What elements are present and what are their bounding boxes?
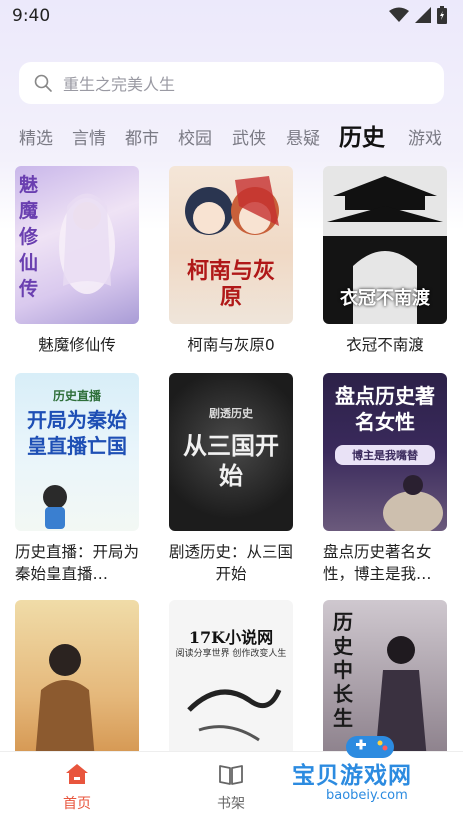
wifi-icon [389, 7, 409, 22]
watermark-url: baobeiy.com [326, 788, 408, 803]
book-cover[interactable]: 盘点历史著名女性 博主是我嘴替 [323, 373, 447, 531]
book-title: 衣冠不南渡 [346, 336, 424, 354]
book-cover[interactable]: 17K小说网 阅读分享世界 创作改变人生 [169, 600, 293, 760]
status-icons [389, 6, 447, 24]
book-card[interactable]: 盘点历史著名女性 博主是我嘴替 盘点历史著名女性，博主是我… [323, 373, 447, 585]
book-card[interactable]: 魅魔修仙传 魅魔修仙传 [15, 166, 139, 356]
tab-xuanyi[interactable]: 悬疑 [286, 124, 320, 149]
book-card[interactable]: 历史直播 开局为秦始皇直播亡国 历史直播：开局为秦始皇直播… [15, 373, 139, 585]
search-input[interactable]: 重生之完美人生 [19, 62, 444, 104]
book-cover[interactable]: 衣冠不南渡 [323, 166, 447, 324]
bookshelf-icon [219, 765, 243, 785]
category-tabs: 精选 言情 都市 校园 武侠 悬疑 历史 游戏 [0, 118, 463, 154]
cover-illustration [35, 644, 95, 760]
tab-dushi[interactable]: 都市 [125, 124, 159, 149]
book-cover[interactable]: 柯南与灰原 [169, 166, 293, 324]
book-title: 魅魔修仙传 [38, 336, 116, 354]
search-placeholder: 重生之完美人生 [63, 75, 176, 94]
nav-bookshelf[interactable]: 书架 [196, 762, 266, 813]
book-card[interactable] [15, 600, 139, 760]
cover-title: 柯南与灰原 [186, 258, 275, 310]
watermark: 宝贝游戏网 baobeiy.com [288, 726, 458, 821]
tab-youxi[interactable]: 游戏 [408, 124, 442, 149]
cover-illustration [43, 485, 67, 529]
tab-xiaoyuan[interactable]: 校园 [178, 124, 212, 149]
status-time: 9:40 [12, 6, 51, 26]
book-title: 柯南与灰原0 [187, 336, 275, 354]
tab-wuxia[interactable]: 武侠 [232, 124, 266, 149]
book-cover[interactable]: 历史直播 开局为秦始皇直播亡国 [15, 373, 139, 531]
cover-title: 从三国开始 [183, 431, 279, 490]
search-icon [34, 74, 52, 92]
nav-home-label: 首页 [63, 796, 91, 812]
book-title: 剧透历史：从三国开始 [169, 543, 293, 583]
signal-icon [415, 7, 431, 23]
nav-home[interactable]: 首页 [42, 762, 112, 813]
cover-title: 衣冠不南渡 [340, 288, 430, 309]
book-card[interactable]: 柯南与灰原 柯南与灰原0 [169, 166, 293, 356]
tab-jingxuan[interactable]: 精选 [19, 124, 53, 149]
book-card[interactable]: 衣冠不南渡 衣冠不南渡 [323, 166, 447, 356]
book-cover[interactable]: 剧透历史 从三国开始 [169, 373, 293, 531]
cover-illustration [383, 475, 443, 531]
cover-small-title: 剧透历史 [209, 407, 253, 420]
book-cover[interactable] [15, 600, 139, 760]
book-card[interactable]: 剧透历史 从三国开始 剧透历史：从三国开始 [169, 373, 293, 585]
book-cover[interactable]: 魅魔修仙传 [15, 166, 139, 324]
book-title: 盘点历史著名女性，博主是我… [323, 543, 432, 583]
book-title: 历史直播：开局为秦始皇直播… [15, 543, 139, 583]
cover-illustration [187, 688, 282, 742]
battery-icon [437, 6, 447, 24]
book-card[interactable]: 17K小说网 阅读分享世界 创作改变人生 [169, 600, 293, 760]
status-bar: 9:40 [0, 0, 463, 34]
tab-yanqing[interactable]: 言情 [72, 124, 106, 149]
tab-lishi[interactable]: 历史 [339, 118, 385, 152]
nav-bookshelf-label: 书架 [217, 796, 245, 812]
watermark-text: 宝贝游戏网 [292, 763, 412, 789]
home-icon [66, 764, 88, 784]
cover-illustration [59, 193, 115, 294]
